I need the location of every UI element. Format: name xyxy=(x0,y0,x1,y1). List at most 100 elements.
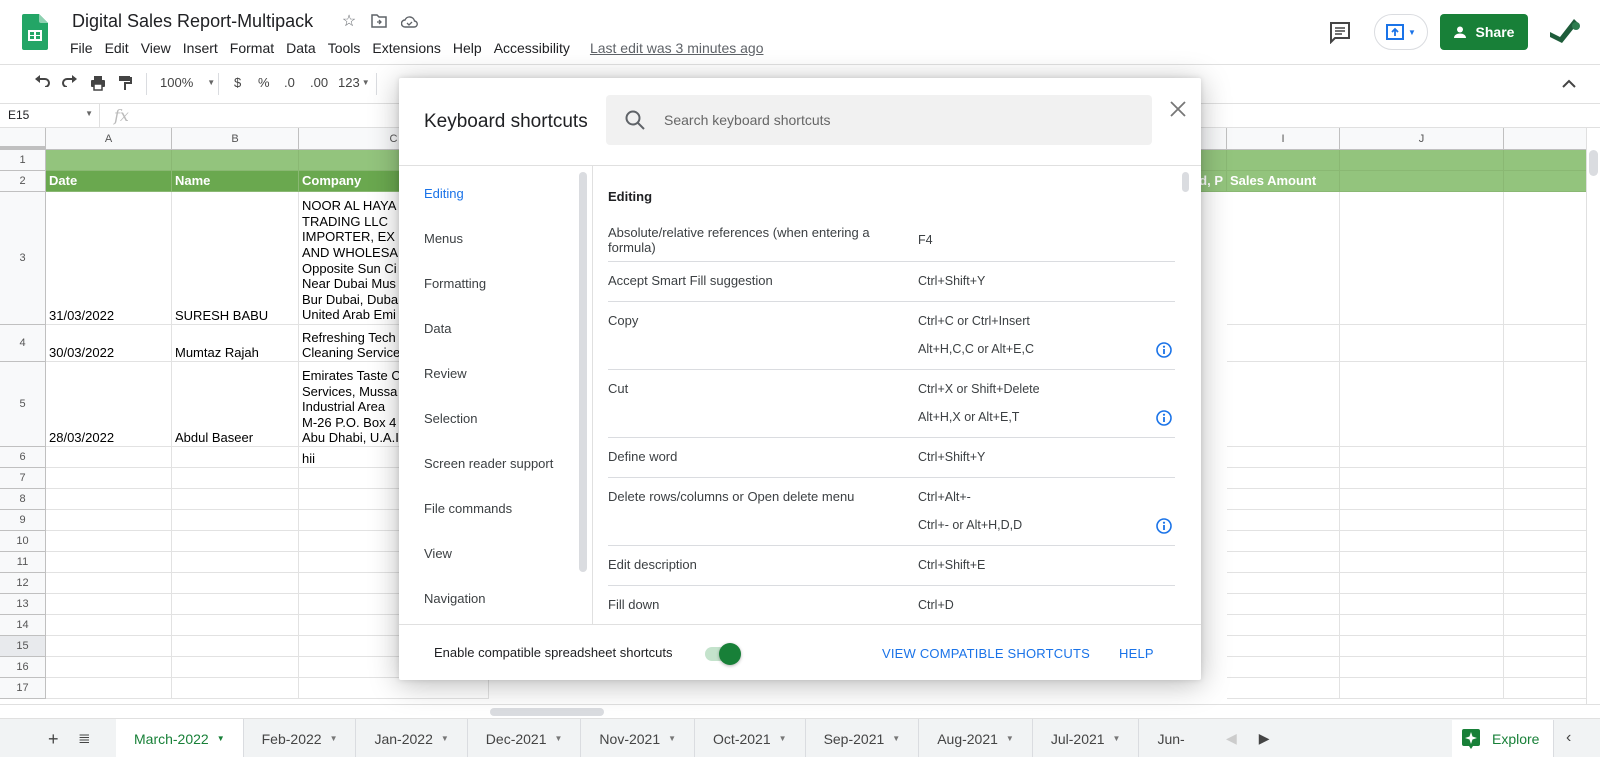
last-edit-link[interactable]: Last edit was 3 minutes ago xyxy=(584,38,770,58)
shortcut-description: Cut xyxy=(608,381,629,396)
explore-icon xyxy=(1462,729,1480,749)
category-navigation[interactable]: Navigation xyxy=(424,591,485,606)
side-panel-toggle-icon[interactable]: ‹ xyxy=(1566,729,1571,747)
shortcut-row: Define word Ctrl+Shift+Y xyxy=(608,438,1175,478)
sheet-tab-label: Feb-2022 xyxy=(261,730,322,747)
menu-data[interactable]: Data xyxy=(280,38,322,58)
chevron-down-icon[interactable]: ▼ xyxy=(441,734,449,743)
chevron-down-icon[interactable]: ▼ xyxy=(1113,734,1121,743)
chevron-down-icon[interactable]: ▼ xyxy=(779,734,787,743)
sheet-tab-label: Jul-2021 xyxy=(1050,730,1105,747)
user-avatar[interactable] xyxy=(1548,14,1584,50)
sheet-tab[interactable]: Oct-2021 ▼ xyxy=(695,719,806,757)
scroll-tabs-left-icon[interactable]: ◀ xyxy=(1226,730,1237,747)
category-data[interactable]: Data xyxy=(424,321,451,336)
shortcut-row: Accept Smart Fill suggestion Ctrl+Shift+Y xyxy=(608,262,1175,302)
sheet-tab[interactable]: Jan-2022 ▼ xyxy=(356,719,468,757)
sheet-tab-label: Dec-2021 xyxy=(485,730,547,747)
cloud-saved-icon[interactable] xyxy=(400,12,418,30)
view-compatible-shortcuts-link[interactable]: VIEW COMPATIBLE SHORTCUTS xyxy=(882,646,1090,661)
move-to-folder-icon[interactable] xyxy=(370,12,388,30)
shortcut-keys: Alt+H,C,C or Alt+E,C xyxy=(918,342,1035,356)
sheet-tab-bar: + ≣ March-2022 ▼ Feb-2022 ▼ Jan-2022 ▼ Dec-202… xyxy=(0,718,1600,757)
menu-view[interactable]: View xyxy=(135,38,177,58)
shortcut-description: Accept Smart Fill suggestion xyxy=(608,273,773,288)
document-title[interactable]: Digital Sales Report-Multipack xyxy=(72,11,313,32)
shortcut-row: Edit description Ctrl+Shift+E xyxy=(608,546,1175,586)
add-sheet-icon[interactable]: + xyxy=(48,729,59,750)
explore-label: Explore xyxy=(1492,731,1540,747)
sheet-tab[interactable]: Feb-2022 ▼ xyxy=(244,719,357,757)
share-button[interactable]: Share xyxy=(1440,14,1528,50)
info-icon[interactable] xyxy=(1156,342,1172,358)
present-button[interactable]: ▼ xyxy=(1374,14,1428,50)
shortcut-row: Absolute/relative references (when enter… xyxy=(608,218,1175,262)
shortcut-row: Delete rows/columns or Open delete menu C… xyxy=(608,478,1175,546)
star-icon[interactable]: ☆ xyxy=(340,12,358,30)
info-icon[interactable] xyxy=(1156,518,1172,534)
compatible-shortcuts-toggle[interactable] xyxy=(705,642,743,666)
chevron-down-icon[interactable]: ▼ xyxy=(330,734,338,743)
menu-insert[interactable]: Insert xyxy=(177,38,224,58)
shortcut-category-nav: Editing Menus Formatting Data Review Selectio… xyxy=(399,166,593,624)
sheet-tab[interactable]: Jun- xyxy=(1139,719,1188,757)
sheet-tab[interactable]: Sep-2021 ▼ xyxy=(806,719,920,757)
shortcut-row: Copy Ctrl+C or Ctrl+Insert Alt+H,C,C or Al… xyxy=(608,302,1175,370)
chevron-down-icon[interactable]: ▼ xyxy=(892,734,900,743)
shortcut-description: Define word xyxy=(608,449,678,464)
close-icon[interactable] xyxy=(1165,96,1191,122)
chevron-down-icon[interactable]: ▼ xyxy=(1006,734,1014,743)
category-screen-reader-support[interactable]: Screen reader support xyxy=(424,456,553,471)
explore-button[interactable]: Explore xyxy=(1452,720,1554,757)
menu-help[interactable]: Help xyxy=(447,38,488,58)
shortcut-keys: Ctrl+Shift+E xyxy=(918,558,986,572)
shortcut-description: Fill down xyxy=(608,597,660,612)
category-selection[interactable]: Selection xyxy=(424,411,477,426)
shortcut-description: Copy xyxy=(608,313,639,328)
help-link[interactable]: HELP xyxy=(1119,646,1154,661)
category-view[interactable]: View xyxy=(424,546,452,561)
sheet-tab[interactable]: Dec-2021 ▼ xyxy=(468,719,582,757)
category-file-commands[interactable]: File commands xyxy=(424,501,512,516)
shortcut-search-box xyxy=(606,95,1152,145)
comment-history-icon[interactable] xyxy=(1328,20,1352,44)
category-formatting[interactable]: Formatting xyxy=(424,276,486,291)
shortcut-keys: Ctrl+C or Ctrl+Insert xyxy=(918,314,1030,328)
shortcut-keys: Ctrl+D xyxy=(918,598,954,612)
menu-file[interactable]: File xyxy=(64,38,99,58)
menu-extensions[interactable]: Extensions xyxy=(366,38,446,58)
scroll-tabs-right-icon[interactable]: ▶ xyxy=(1259,730,1270,747)
shortcut-keys: Ctrl+- or Alt+H,D,D xyxy=(918,518,1023,532)
category-scrollbar[interactable] xyxy=(579,172,587,572)
menu-format[interactable]: Format xyxy=(224,38,280,58)
info-icon[interactable] xyxy=(1156,410,1172,426)
dialog-title: Keyboard shortcuts xyxy=(424,111,588,132)
all-sheets-icon[interactable]: ≣ xyxy=(78,729,91,747)
menu-accessibility[interactable]: Accessibility xyxy=(488,38,576,58)
shortcut-row: Cut Ctrl+X or Shift+Delete Alt+H,X or Alt+… xyxy=(608,370,1175,438)
category-review[interactable]: Review xyxy=(424,366,467,381)
sheet-tab-label: Sep-2021 xyxy=(823,730,885,747)
shortcut-search-input[interactable] xyxy=(664,95,1134,145)
sheet-tab[interactable]: Jul-2021 ▼ xyxy=(1033,719,1140,757)
sheets-logo-icon[interactable] xyxy=(22,14,48,50)
shortcut-list-scrollbar[interactable] xyxy=(1182,172,1189,192)
category-editing[interactable]: Editing xyxy=(424,186,464,201)
present-icon xyxy=(1386,24,1405,40)
menu-edit[interactable]: Edit xyxy=(99,38,135,58)
sheet-tab[interactable]: March-2022 ▼ xyxy=(116,719,244,757)
chevron-down-icon[interactable]: ▼ xyxy=(668,734,676,743)
tab-scroll-nav: ◀ ▶ xyxy=(1222,719,1442,757)
category-menus[interactable]: Menus xyxy=(424,231,463,246)
menu-bar: File Edit View Insert Format Data Tools … xyxy=(64,38,769,58)
menu-tools[interactable]: Tools xyxy=(322,38,367,58)
chevron-down-icon[interactable]: ▼ xyxy=(555,734,563,743)
chevron-down-icon[interactable]: ▼ xyxy=(217,734,225,743)
sheet-tab[interactable]: Aug-2021 ▼ xyxy=(919,719,1033,757)
sheet-tab-label: Jun- xyxy=(1157,730,1185,747)
compatible-shortcuts-label: Enable compatible spreadsheet shortcuts xyxy=(434,645,673,660)
sheet-tab[interactable]: Nov-2021 ▼ xyxy=(581,719,696,757)
title-bar: Digital Sales Report-Multipack ☆ File Ed… xyxy=(0,0,1600,64)
sheet-tab-label: Jan-2022 xyxy=(374,730,433,747)
share-label: Share xyxy=(1475,24,1515,40)
